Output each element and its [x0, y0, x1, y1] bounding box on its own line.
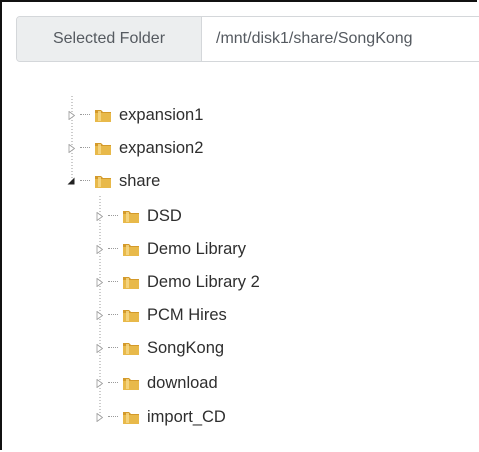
tree-node-dsd[interactable]: DSD: [94, 203, 182, 229]
tree-connector: [108, 215, 118, 217]
triangle-right-icon[interactable]: [94, 276, 104, 288]
folder-icon: [122, 274, 140, 290]
tree-node-pcm-hires[interactable]: PCM Hires: [94, 302, 227, 328]
tree-node-songkong[interactable]: SongKong: [94, 335, 224, 361]
folder-icon: [94, 173, 112, 189]
folder-tree: expansion1 expansion2 share DSD Demo Lib…: [0, 0, 479, 452]
tree-node-expansion2[interactable]: expansion2: [66, 135, 203, 161]
triangle-down-icon[interactable]: [66, 175, 76, 187]
tree-node-label[interactable]: import_CD: [147, 408, 226, 427]
tree-node-label[interactable]: Demo Library: [147, 240, 246, 259]
folder-icon: [122, 307, 140, 323]
tree-node-demo-library-2[interactable]: Demo Library 2: [94, 269, 260, 295]
triangle-right-icon[interactable]: [94, 243, 104, 255]
tree-connector: [108, 347, 118, 349]
tree-node-share[interactable]: share: [66, 168, 160, 194]
tree-node-label[interactable]: download: [147, 374, 218, 393]
triangle-right-icon[interactable]: [94, 377, 104, 389]
tree-connector: [80, 114, 90, 116]
tree-node-import-cd[interactable]: import_CD: [94, 404, 226, 430]
folder-icon: [94, 107, 112, 123]
triangle-right-icon[interactable]: [66, 109, 76, 121]
tree-connector: [108, 416, 118, 418]
tree-node-label[interactable]: expansion1: [119, 106, 203, 125]
tree-connector: [80, 147, 90, 149]
tree-connector: [108, 248, 118, 250]
tree-connector: [108, 382, 118, 384]
triangle-right-icon[interactable]: [66, 142, 76, 154]
tree-guide-lines: [71, 96, 101, 418]
tree-connector: [108, 281, 118, 283]
tree-node-label[interactable]: expansion2: [119, 139, 203, 158]
folder-icon: [122, 241, 140, 257]
triangle-right-icon[interactable]: [94, 210, 104, 222]
triangle-right-icon[interactable]: [94, 342, 104, 354]
tree-node-label[interactable]: share: [119, 172, 160, 191]
folder-icon: [122, 375, 140, 391]
tree-connector: [108, 314, 118, 316]
tree-node-download[interactable]: download: [94, 370, 218, 396]
tree-connector: [80, 180, 90, 182]
tree-node-label[interactable]: PCM Hires: [147, 306, 227, 325]
triangle-right-icon[interactable]: [94, 309, 104, 321]
folder-icon: [122, 340, 140, 356]
tree-node-label[interactable]: DSD: [147, 207, 182, 226]
tree-node-label[interactable]: Demo Library 2: [147, 273, 260, 292]
folder-icon: [122, 409, 140, 425]
folder-icon: [94, 140, 112, 156]
folder-icon: [122, 208, 140, 224]
tree-node-expansion1[interactable]: expansion1: [66, 102, 203, 128]
tree-node-label[interactable]: SongKong: [147, 339, 224, 358]
triangle-right-icon[interactable]: [94, 411, 104, 423]
tree-node-demo-library[interactable]: Demo Library: [94, 236, 246, 262]
